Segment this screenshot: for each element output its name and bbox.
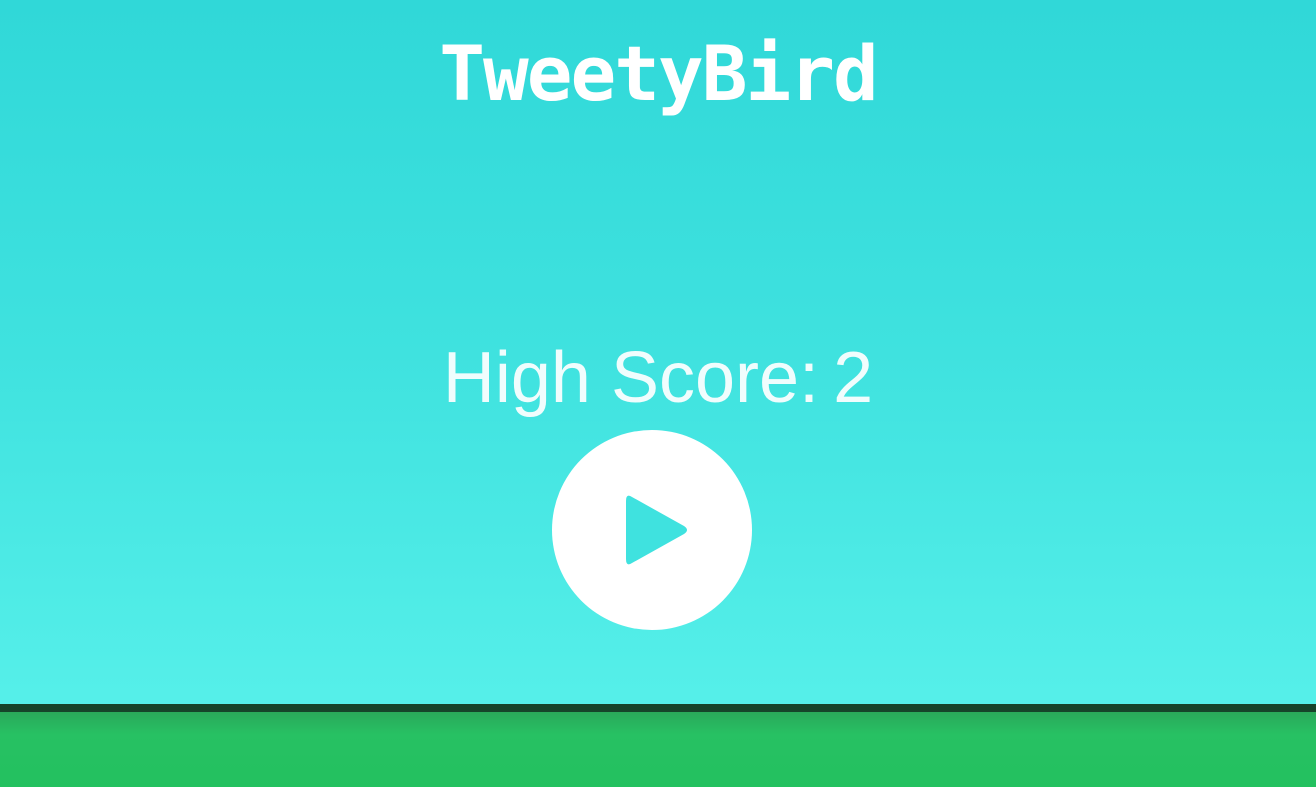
- play-button[interactable]: [552, 430, 752, 630]
- high-score-label: High Score:: [442, 338, 820, 418]
- ground-edge: [0, 704, 1316, 712]
- high-score-display: High Score: 2: [0, 330, 1316, 426]
- game-title: TweetyBird: [439, 29, 879, 118]
- game-screen: TweetyBird High Score: 2: [0, 0, 1316, 787]
- high-score-value: 2: [833, 338, 874, 418]
- play-icon: [626, 495, 687, 565]
- ground: [0, 712, 1316, 787]
